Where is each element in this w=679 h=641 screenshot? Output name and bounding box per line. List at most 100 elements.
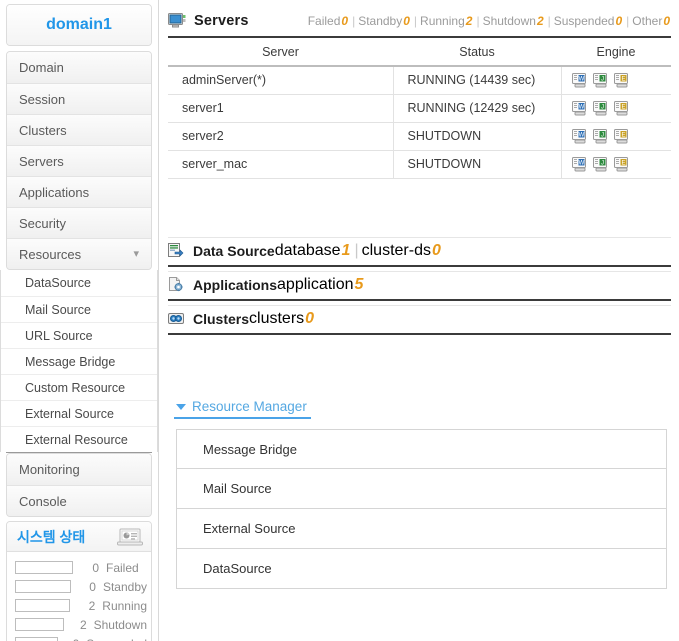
status-label: Running [102, 598, 147, 613]
cell-server[interactable]: server_mac [168, 150, 394, 179]
svg-text:E: E [621, 160, 625, 166]
sidebar-item-clusters[interactable]: Clusters [7, 114, 151, 145]
svg-text:W: W [578, 160, 584, 166]
ejb-engine-icon[interactable]: E [613, 100, 631, 116]
list-item[interactable]: DataSource [176, 549, 667, 589]
submenu-item-mail-source[interactable]: Mail Source [1, 296, 157, 322]
submenu-item-url-source[interactable]: URL Source [1, 322, 157, 348]
web-engine-icon[interactable]: W [571, 128, 589, 144]
cell-server[interactable]: server1 [168, 94, 394, 123]
svg-text:J: J [601, 76, 604, 82]
triangle-down-icon [176, 403, 186, 410]
table-row[interactable]: server_mac SHUTDOWN W J E [168, 150, 671, 179]
status-row: 2 Shutdown [11, 615, 147, 634]
sidebar-item-label: Security [19, 216, 66, 231]
stat-label: Failed [307, 14, 341, 28]
clusters-icon [168, 311, 184, 327]
resource-manager-title: Resource Manager [192, 399, 307, 414]
sidebar-item-security[interactable]: Security [7, 207, 151, 238]
table-row[interactable]: server1 RUNNING (12429 sec) W J E [168, 94, 671, 123]
sidebar-item-resources[interactable]: Resources ▾ [7, 238, 151, 269]
web-engine-icon[interactable]: W [571, 156, 589, 172]
jeus-engine-icon[interactable]: J [592, 156, 610, 172]
table-row[interactable]: adminServer(*) RUNNING (14439 sec) W J E [168, 66, 671, 95]
submenu-item-custom-resource[interactable]: Custom Resource [1, 374, 157, 400]
submenu-item-message-bridge[interactable]: Message Bridge [1, 348, 157, 374]
submenu-item-label: URL Source [25, 329, 93, 343]
table-row[interactable]: server2 SHUTDOWN W J E [168, 122, 671, 151]
column-header-server[interactable]: Server [168, 38, 393, 67]
section-header-data-source[interactable]: Data Source database1 | cluster-ds0 [168, 236, 671, 267]
cell-server[interactable]: adminServer(*) [168, 66, 394, 95]
chevron-down-icon: ▾ [133, 248, 139, 260]
ejb-engine-icon[interactable]: E [613, 72, 631, 88]
jeus-engine-icon[interactable]: J [592, 128, 610, 144]
section-stats: clusters0 [249, 310, 315, 328]
cell-status: RUNNING (12429 sec) [393, 94, 562, 123]
sidebar-nav-bottom: Monitoring Console [6, 453, 152, 517]
cell-status: SHUTDOWN [393, 150, 562, 179]
column-header-status[interactable]: Status [393, 38, 561, 67]
svg-text:E: E [621, 76, 625, 82]
stat-value: 1 [341, 242, 351, 259]
jeus-engine-icon[interactable]: J [592, 100, 610, 116]
stat-label: Standby [358, 14, 403, 28]
cell-engine: W J E [561, 66, 671, 95]
domain-card: domain1 [6, 4, 152, 46]
submenu-item-datasource[interactable]: DataSource [1, 270, 157, 296]
sidebar-item-console[interactable]: Console [7, 485, 151, 516]
column-header-engine[interactable]: Engine [561, 38, 671, 67]
applications-gear-icon [168, 277, 184, 293]
sidebar-item-label: Console [19, 494, 67, 509]
sidebar-item-label: Servers [19, 154, 64, 169]
sidebar-item-applications[interactable]: Applications [7, 176, 151, 207]
svg-text:W: W [578, 76, 584, 82]
cell-server[interactable]: server2 [168, 122, 394, 151]
sidebar-item-servers[interactable]: Servers [7, 145, 151, 176]
section-stats: application5 [277, 276, 364, 294]
submenu-item-label: External Source [25, 407, 114, 421]
stat-value: 0 [341, 14, 349, 28]
system-status-rows: 0 Failed 0 Standby 2 Running 2 Shutdown [7, 552, 151, 641]
laptop-chart-icon[interactable] [117, 528, 143, 546]
list-item[interactable]: External Source [176, 509, 667, 549]
cell-engine: W J E [561, 122, 671, 151]
section-title: Applications [193, 277, 278, 293]
section-header-clusters[interactable]: Clusters clusters0 [168, 304, 671, 335]
status-row: 0 Suspended [11, 634, 147, 641]
stat-value: 0 [663, 14, 670, 28]
status-count: 0 [66, 637, 80, 641]
submenu-item-external-resource[interactable]: External Resource [1, 426, 157, 452]
server-monitor-icon [168, 12, 186, 30]
servers-table: Server Status Engine adminServer(*) RUNN… [168, 38, 671, 179]
sidebar-item-monitoring[interactable]: Monitoring [7, 454, 151, 485]
section-header-applications[interactable]: Applications application5 [168, 270, 671, 301]
list-item[interactable]: Message Bridge [176, 429, 667, 469]
status-count: 0 [92, 560, 99, 575]
stat-value: 0 [431, 242, 441, 259]
main-content: Servers Failed0 | Standby0 | Running2 | Shutdo… [160, 0, 679, 641]
svg-text:J: J [601, 132, 604, 138]
ejb-engine-icon[interactable]: E [613, 128, 631, 144]
cell-engine: W J E [561, 150, 671, 179]
status-bar [15, 561, 73, 574]
submenu-item-external-source[interactable]: External Source [1, 400, 157, 426]
list-item-label: External Source [203, 521, 296, 536]
section-stats: database1 | cluster-ds0 [274, 242, 441, 259]
jeus-engine-icon[interactable]: J [592, 72, 610, 88]
resource-manager-toggle[interactable]: Resource Manager [174, 399, 311, 419]
sidebar-item-domain[interactable]: Domain [7, 52, 151, 83]
cell-status: SHUTDOWN [393, 122, 562, 151]
ejb-engine-icon[interactable]: E [613, 156, 631, 172]
sidebar: domain1 Domain Session Clusters Servers … [0, 0, 159, 641]
web-engine-icon[interactable]: W [571, 72, 589, 88]
stat-label: Running [420, 14, 465, 28]
web-engine-icon[interactable]: W [571, 100, 589, 116]
list-item-label: DataSource [203, 561, 272, 576]
datasource-icon [168, 243, 184, 259]
sidebar-item-label: Monitoring [19, 462, 80, 477]
stat-value: 0 [615, 14, 623, 28]
sidebar-item-session[interactable]: Session [7, 83, 151, 114]
list-item[interactable]: Mail Source [176, 469, 667, 509]
status-label: Suspended [86, 637, 147, 641]
